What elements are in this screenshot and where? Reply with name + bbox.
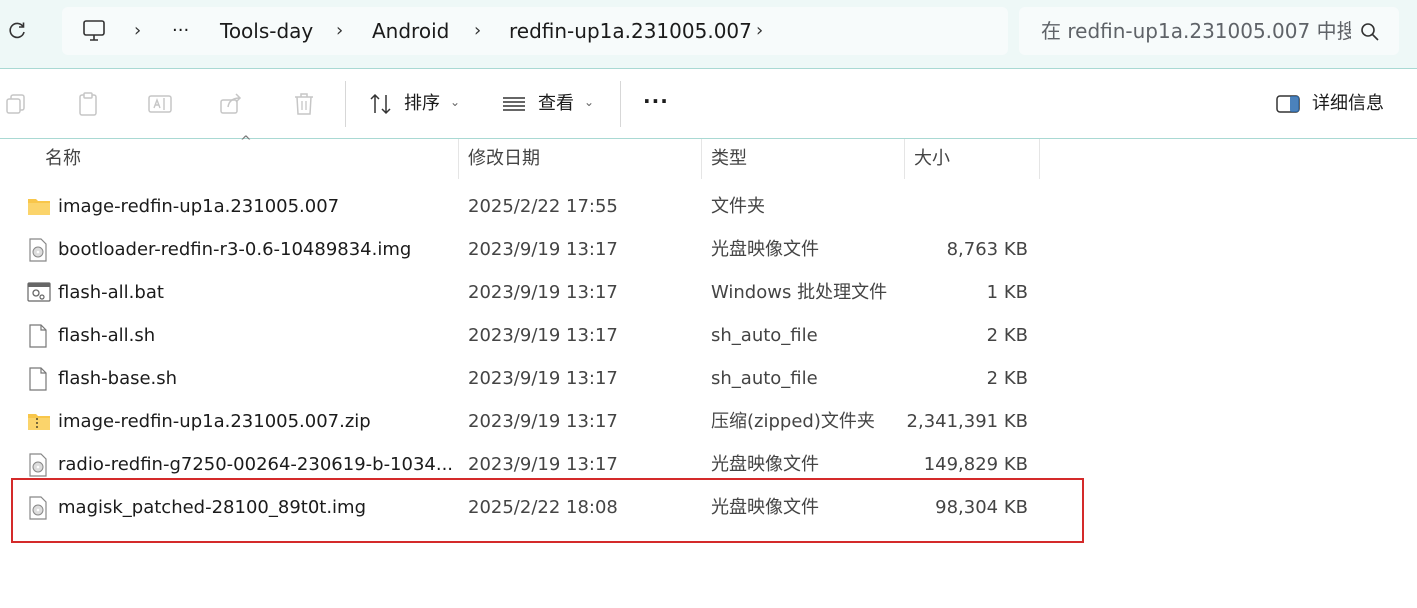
breadcrumb-android[interactable]: Android (372, 7, 449, 55)
column-header-type[interactable]: 类型 (711, 139, 747, 179)
chevron-right-icon: › (134, 20, 142, 41)
column-divider[interactable] (701, 139, 702, 179)
file-size: 2 KB (986, 368, 1028, 389)
paste-icon[interactable] (75, 91, 101, 117)
folder-icon (27, 195, 50, 217)
file-row[interactable]: image-redfin-up1a.231005.007.zip 2023/9/… (0, 400, 1050, 443)
file-row[interactable]: flash-all.bat 2023/9/19 13:17 Windows 批处… (0, 271, 1050, 314)
file-type: 光盘映像文件 (711, 239, 819, 260)
file-name[interactable]: flash-all.sh (58, 314, 453, 357)
view-icon[interactable] (501, 91, 527, 117)
search-input[interactable]: 在 redfin-up1a.231005.007 中搜 (1041, 7, 1351, 55)
chevron-right-icon: › (474, 20, 482, 41)
more-options-button[interactable]: ··· (643, 88, 669, 114)
column-divider[interactable] (458, 139, 459, 179)
batch-file-icon (27, 281, 51, 303)
search-icon[interactable] (1359, 21, 1381, 43)
toolbar-divider (620, 81, 621, 127)
sort-icon[interactable] (368, 91, 394, 117)
file-row[interactable]: flash-base.sh 2023/9/19 13:17 sh_auto_fi… (0, 357, 1050, 400)
file-row[interactable]: flash-all.sh 2023/9/19 13:17 sh_auto_fil… (0, 314, 1050, 357)
file-size: 2,341,391 KB (906, 411, 1028, 432)
blank-file-icon (27, 367, 49, 391)
search-box[interactable]: 在 redfin-up1a.231005.007 中搜 (1019, 7, 1399, 55)
file-date: 2023/9/19 13:17 (468, 239, 618, 260)
highlight-box (11, 478, 1084, 543)
column-header-date[interactable]: 修改日期 (468, 139, 540, 179)
file-type: Windows 批处理文件 (711, 282, 888, 303)
file-date: 2023/9/19 13:17 (468, 282, 618, 303)
column-header-size[interactable]: 大小 (914, 139, 950, 179)
file-date: 2025/2/22 17:55 (468, 196, 618, 217)
file-type: sh_auto_file (711, 325, 818, 346)
file-row[interactable]: bootloader-redfin-r3-0.6-10489834.img 20… (0, 228, 1050, 271)
file-row[interactable]: image-redfin-up1a.231005.007 2025/2/22 1… (0, 185, 1050, 228)
disc-image-file-icon (27, 453, 49, 477)
chevron-right-icon[interactable]: › (756, 7, 763, 55)
command-bar (0, 69, 1417, 139)
details-button[interactable]: 详细信息 (1312, 91, 1384, 117)
toolbar-divider (345, 81, 346, 127)
delete-icon[interactable] (291, 91, 317, 117)
breadcrumb-tools-day[interactable]: Tools-day (220, 7, 313, 55)
file-size: 2 KB (986, 325, 1028, 346)
share-icon[interactable] (219, 91, 245, 117)
file-name[interactable]: flash-all.bat (58, 271, 453, 314)
sort-ascending-icon: ^ (240, 134, 252, 150)
file-type: sh_auto_file (711, 368, 818, 389)
disc-image-file-icon (27, 238, 49, 262)
file-size: 8,763 KB (946, 239, 1028, 260)
zip-folder-icon (27, 410, 50, 432)
file-date: 2023/9/19 13:17 (468, 325, 618, 346)
details-pane-icon[interactable] (1275, 91, 1301, 117)
breadcrumb-overflow[interactable]: ··· (172, 7, 189, 55)
file-name[interactable]: bootloader-redfin-r3-0.6-10489834.img (58, 228, 453, 271)
file-name[interactable]: image-redfin-up1a.231005.007.zip (58, 400, 453, 443)
file-name[interactable]: image-redfin-up1a.231005.007 (58, 185, 453, 228)
chevron-down-icon[interactable]: ⌄ (584, 95, 594, 109)
column-divider[interactable] (904, 139, 905, 179)
address-box[interactable]: › ··· Tools-day › Android › redfin-up1a.… (62, 7, 1008, 55)
column-divider[interactable] (1039, 139, 1040, 179)
this-pc-icon[interactable] (82, 19, 108, 43)
file-date: 2023/9/19 13:17 (468, 368, 618, 389)
refresh-icon[interactable] (4, 18, 30, 44)
sort-button[interactable]: 排序 (404, 91, 440, 117)
blank-file-icon (27, 324, 49, 348)
breadcrumb-redfin[interactable]: redfin-up1a.231005.007 (509, 7, 752, 55)
file-type: 文件夹 (711, 196, 765, 217)
chevron-right-icon: › (336, 20, 344, 41)
chevron-down-icon[interactable]: ⌄ (450, 95, 460, 109)
file-name[interactable]: flash-base.sh (58, 357, 453, 400)
copy-icon[interactable] (3, 91, 29, 117)
file-type: 压缩(zipped)文件夹 (711, 411, 875, 432)
file-size: 1 KB (986, 282, 1028, 303)
column-header-name[interactable]: 名称 (45, 139, 81, 179)
view-button[interactable]: 查看 (538, 91, 574, 117)
rename-icon[interactable] (147, 91, 173, 117)
file-date: 2023/9/19 13:17 (468, 411, 618, 432)
